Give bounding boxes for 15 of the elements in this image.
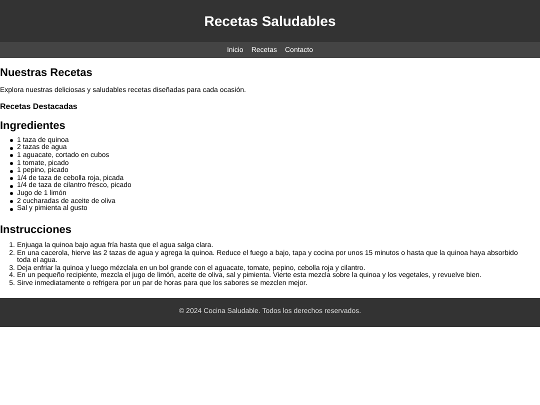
bullet-icon [10,162,13,166]
bullet-icon [10,200,13,204]
bullet-icon [10,184,13,188]
subsection-heading: Recetas Destacadas [0,102,78,112]
bullet-icon [10,146,13,150]
bullet-icon [10,192,13,196]
bullet-icon [10,154,13,158]
section-heading: Ingredientes [0,119,66,133]
section-heading: Instrucciones [0,222,73,237]
bullet-icon [10,208,13,211]
section-heading: Nuestras Recetas [0,66,94,80]
bullet-icon [10,170,13,173]
bullet-icon [10,177,13,180]
site-title: Recetas Saludables [204,12,336,30]
bullet-icon [10,139,13,142]
